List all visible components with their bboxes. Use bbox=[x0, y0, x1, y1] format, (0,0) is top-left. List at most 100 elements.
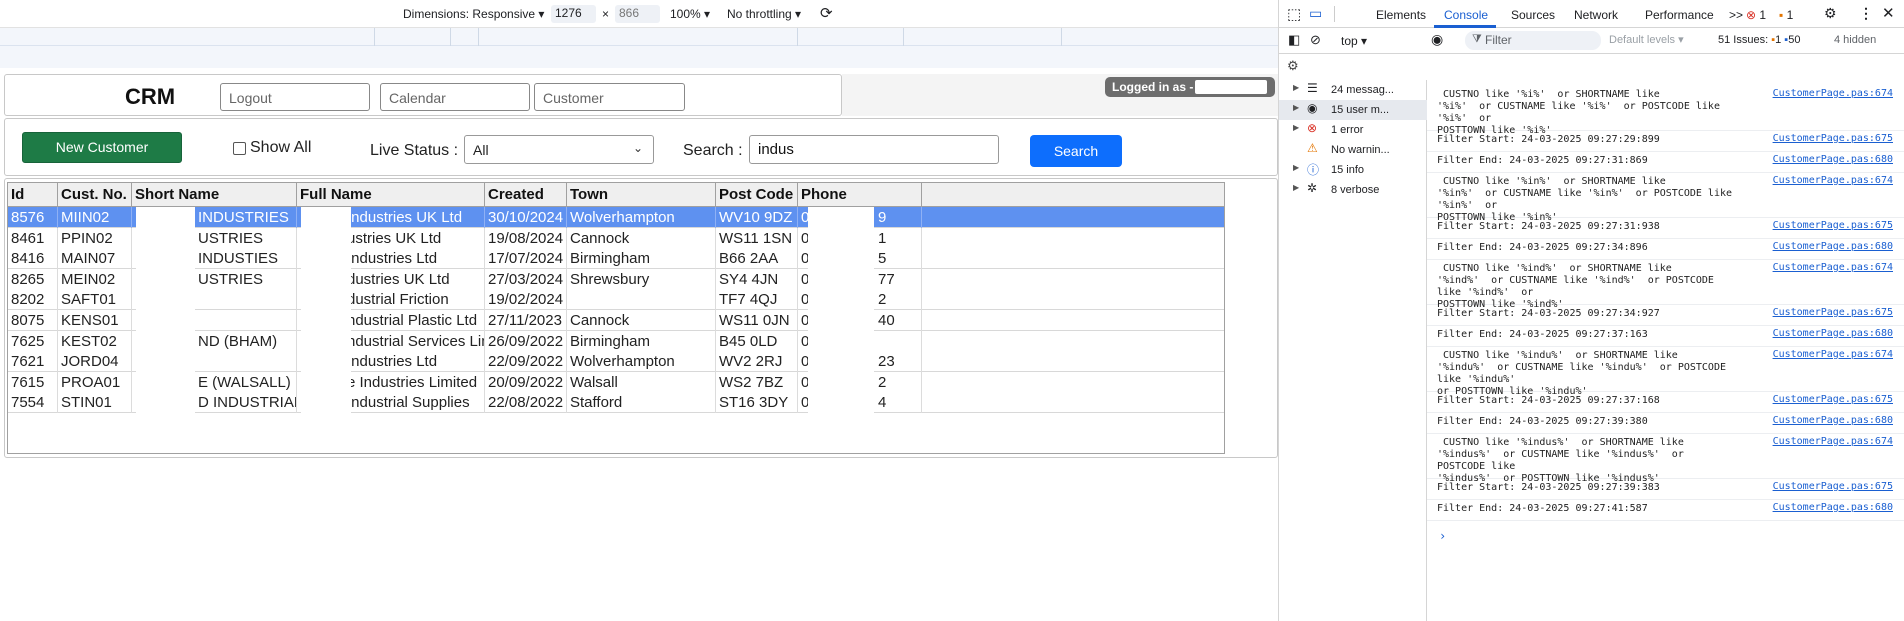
context-label: top bbox=[1341, 34, 1358, 48]
console-prompt[interactable]: › bbox=[1439, 529, 1446, 543]
more-options-icon[interactable]: ⋮ bbox=[1859, 5, 1873, 22]
cell-text: D INDUSTRIAL bbox=[198, 394, 297, 412]
context-selector[interactable]: top ▾ bbox=[1341, 34, 1367, 48]
cell-text: Industries Ltd bbox=[347, 250, 438, 268]
gear-icon[interactable]: ⚙ bbox=[1824, 5, 1837, 22]
show-all-checkbox[interactable] bbox=[233, 142, 246, 155]
search-button[interactable]: Search bbox=[1030, 135, 1122, 167]
warning-counter[interactable]: ▪ 1 bbox=[1779, 8, 1793, 22]
column-header-town[interactable]: Town bbox=[567, 183, 716, 207]
info-icon: ⓘ bbox=[1307, 163, 1320, 177]
height-input[interactable]: 866 bbox=[615, 5, 660, 23]
dimensions-dropdown[interactable]: Dimensions: Responsive ▾ bbox=[403, 7, 544, 21]
log-entry: CUSTNO like '%ind%' or SHORTNAME like '%… bbox=[1427, 262, 1904, 310]
log-source-link[interactable]: CustomerPage.pas:680 bbox=[1773, 502, 1893, 513]
log-source-link[interactable]: CustomerPage.pas:675 bbox=[1773, 220, 1893, 231]
column-header-cust-no[interactable]: Cust. No. bbox=[58, 183, 132, 207]
column-header-post-code[interactable]: Post Code bbox=[716, 183, 798, 207]
caret-down-icon: ▾ bbox=[795, 7, 802, 21]
log-source-link[interactable]: CustomerPage.pas:674 bbox=[1773, 349, 1893, 360]
tab-sources[interactable]: Sources bbox=[1511, 8, 1555, 22]
screen: Dimensions: Responsive ▾ 1276 × 866 100%… bbox=[0, 0, 1904, 621]
warning-count: 1 bbox=[1786, 8, 1794, 22]
log-source-link[interactable]: CustomerPage.pas:680 bbox=[1773, 328, 1893, 339]
tab-performance[interactable]: Performance bbox=[1645, 8, 1714, 22]
eye-icon[interactable]: ◉ bbox=[1431, 31, 1443, 48]
log-source-link[interactable]: CustomerPage.pas:675 bbox=[1773, 307, 1893, 318]
cell-created: 19/02/2024 bbox=[485, 289, 567, 311]
cell-text: KEST02 bbox=[61, 332, 117, 350]
cell-text: 8461 bbox=[11, 229, 45, 247]
cell-text: TF7 4QJ bbox=[719, 291, 778, 309]
close-icon[interactable]: ✕ bbox=[1882, 4, 1895, 22]
column-header-phone[interactable]: Phone bbox=[798, 183, 922, 207]
logout-link[interactable]: Logout bbox=[220, 83, 370, 111]
expand-arrow-icon[interactable]: ▶ bbox=[1293, 123, 1299, 132]
clear-console-icon[interactable]: ⊘ bbox=[1310, 32, 1321, 48]
log-entry: CUSTNO like '%indu%' or SHORTNAME like '… bbox=[1427, 349, 1904, 397]
log-source-link[interactable]: CustomerPage.pas:675 bbox=[1773, 394, 1893, 405]
log-message: Filter Start: 24-03-2025 09:27:34:927 bbox=[1437, 308, 1660, 319]
zoom-dropdown[interactable]: 100% ▾ bbox=[670, 7, 710, 21]
tab-network[interactable]: Network bbox=[1574, 8, 1618, 22]
column-header-id[interactable]: Id bbox=[8, 183, 58, 207]
cell-text: ST16 3DY bbox=[719, 394, 789, 412]
log-source-link[interactable]: CustomerPage.pas:680 bbox=[1773, 154, 1893, 165]
log-source-link[interactable]: CustomerPage.pas:674 bbox=[1773, 436, 1893, 447]
tab-elements[interactable]: Elements bbox=[1376, 8, 1426, 22]
cell-cust-no: KEST02 bbox=[58, 330, 132, 352]
zoom-label: 100% bbox=[670, 7, 701, 21]
throttling-dropdown[interactable]: No throttling ▾ bbox=[727, 7, 801, 21]
sidebar-item-bug[interactable]: ▶ ✲ 8 verbose bbox=[1279, 180, 1427, 200]
column-header-created[interactable]: Created bbox=[485, 183, 567, 207]
log-source-link[interactable]: CustomerPage.pas:680 bbox=[1773, 241, 1893, 252]
expand-arrow-icon[interactable]: ▶ bbox=[1293, 183, 1299, 192]
live-status-select[interactable]: All ⌄ bbox=[464, 135, 654, 164]
log-levels-dropdown[interactable]: Default levels ▾ bbox=[1609, 33, 1684, 46]
console-settings-gear-icon[interactable]: ⚙ bbox=[1287, 58, 1299, 74]
cell-text: USTRIES bbox=[198, 229, 264, 247]
sidebar-item-warning[interactable]: ⚠ No warnin... bbox=[1279, 140, 1427, 160]
sidebar-item-user[interactable]: ▶ ◉ 15 user m... bbox=[1279, 100, 1427, 120]
cell-post-code: B66 2AA bbox=[716, 248, 798, 270]
cell-text: 20/09/2022 bbox=[488, 373, 564, 391]
expand-arrow-icon[interactable]: ▶ bbox=[1293, 83, 1299, 92]
error-counter[interactable]: ⊗ 1 bbox=[1746, 8, 1766, 22]
log-source-link[interactable]: CustomerPage.pas:680 bbox=[1773, 415, 1893, 426]
cell-text: 30/10/2024 bbox=[488, 209, 564, 226]
cell-text: 26/09/2022 bbox=[488, 332, 564, 350]
search-input[interactable]: indus bbox=[749, 135, 999, 164]
cell-post-code: WS11 0JN bbox=[716, 310, 798, 331]
more-tabs-button[interactable]: >> bbox=[1729, 8, 1743, 22]
rotate-icon[interactable]: ⟳ bbox=[820, 4, 833, 22]
cell-text: Birmingham bbox=[570, 250, 651, 268]
column-header-full-name[interactable]: Full Name bbox=[297, 183, 485, 207]
sidebar-toggle-icon[interactable]: ◧ bbox=[1288, 32, 1300, 48]
cell-text: 7625 bbox=[11, 332, 45, 350]
bug-icon: ✲ bbox=[1307, 181, 1318, 195]
expand-arrow-icon[interactable]: ▶ bbox=[1293, 103, 1299, 112]
sidebar-item-info[interactable]: ▶ ⓘ 15 info bbox=[1279, 160, 1427, 180]
device-toolbar-icon[interactable]: ▭ bbox=[1309, 5, 1322, 22]
sidebar-item-error[interactable]: ▶ ⊗ 1 error bbox=[1279, 120, 1427, 140]
tab-console[interactable]: Console bbox=[1444, 8, 1488, 22]
expand-arrow-icon[interactable]: ▶ bbox=[1293, 163, 1299, 172]
log-source-link[interactable]: CustomerPage.pas:675 bbox=[1773, 133, 1893, 144]
log-source-link[interactable]: CustomerPage.pas:674 bbox=[1773, 262, 1893, 273]
log-message: CUSTNO like '%ind%' or SHORTNAME like '%… bbox=[1437, 263, 1714, 310]
new-customer-button[interactable]: New Customer bbox=[22, 132, 182, 163]
width-input[interactable]: 1276 bbox=[551, 5, 596, 23]
calendar-link[interactable]: Calendar bbox=[380, 83, 530, 111]
cell-text: PPIN02 bbox=[61, 229, 113, 247]
log-source-link[interactable]: CustomerPage.pas:675 bbox=[1773, 481, 1893, 492]
column-header-short-name[interactable]: Short Name bbox=[132, 183, 297, 207]
sidebar-item-list[interactable]: ▶ ☰ 24 messag... bbox=[1279, 80, 1427, 100]
issues-counter[interactable]: 51 Issues: ▪1 ▪50 bbox=[1718, 34, 1800, 46]
log-source-link[interactable]: CustomerPage.pas:674 bbox=[1773, 88, 1893, 99]
cell-id: 8576 bbox=[8, 207, 58, 228]
customer-link[interactable]: Customer bbox=[534, 83, 685, 111]
cell-text: 19/08/2024 bbox=[488, 229, 564, 247]
console-filter-input[interactable]: ⧩ Filter bbox=[1465, 31, 1601, 50]
inspect-element-icon[interactable]: ⬚ bbox=[1287, 5, 1301, 23]
log-source-link[interactable]: CustomerPage.pas:674 bbox=[1773, 175, 1893, 186]
